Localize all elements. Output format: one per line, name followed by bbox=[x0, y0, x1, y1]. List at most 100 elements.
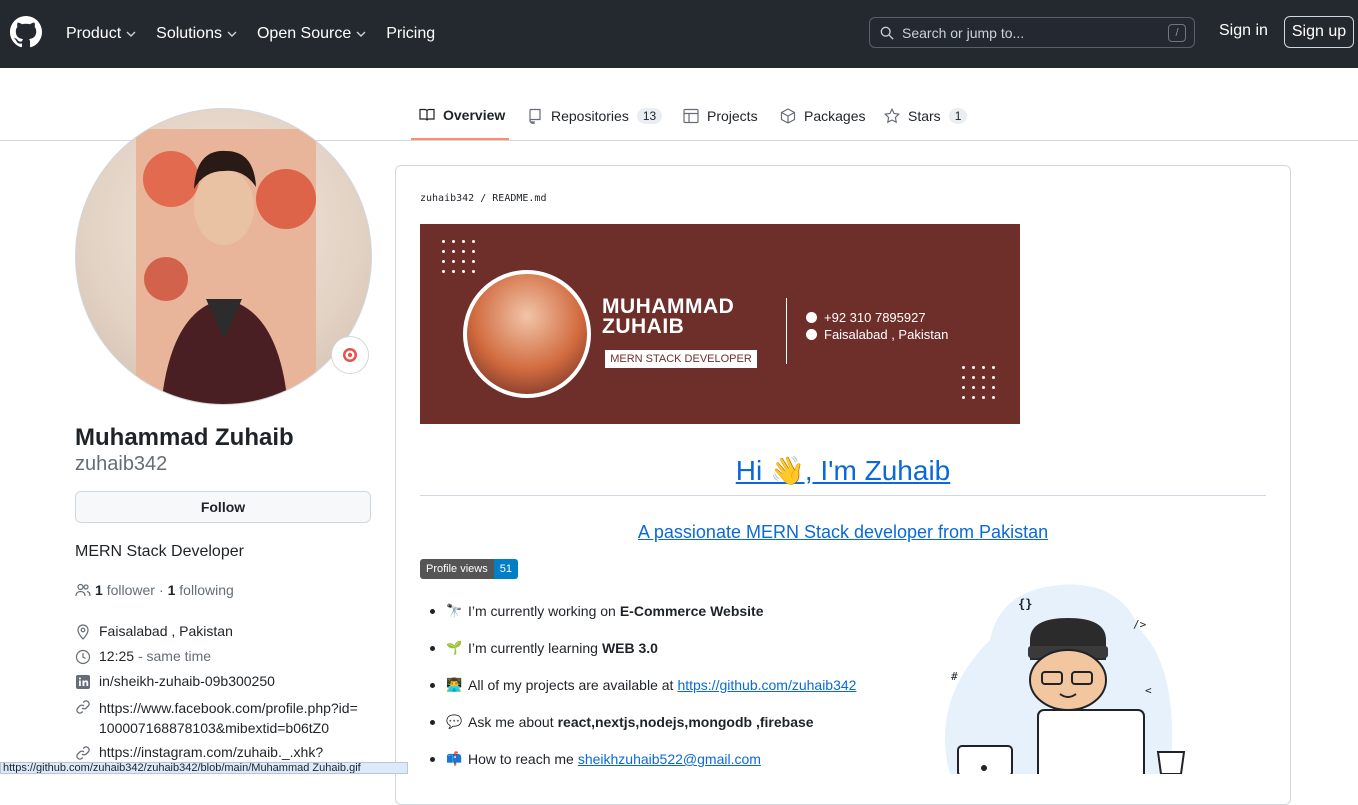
tab-stars-label: Stars bbox=[908, 108, 941, 124]
banner-name: MUHAMMAD ZUHAIB bbox=[602, 295, 735, 338]
bullet-dot bbox=[430, 645, 435, 651]
developer-illustration: {} /> # < bbox=[945, 584, 1186, 774]
banner-name-line1: MUHAMMAD bbox=[602, 295, 735, 318]
sign-in-link[interactable]: Sign in bbox=[1219, 22, 1268, 40]
readme-path-separator: / bbox=[480, 193, 487, 204]
tab-projects[interactable]: Projects bbox=[683, 92, 758, 140]
nav-solutions-label: Solutions bbox=[156, 25, 222, 42]
package-icon bbox=[780, 108, 796, 124]
readme-banner-image[interactable]: MUHAMMAD ZUHAIB MERN STACK DEVELOPER +92 … bbox=[420, 224, 1020, 424]
profile-views-badge: Profile views 51 bbox=[420, 559, 518, 579]
profile-bio: MERN Stack Developer bbox=[75, 543, 244, 560]
list-item-text: All of my projects are available at bbox=[468, 677, 674, 693]
banner-dot-pattern bbox=[962, 366, 1002, 406]
telescope-icon: 🔭 bbox=[446, 603, 463, 618]
banner-dot-pattern bbox=[442, 240, 482, 280]
browser-status-bar: https://github.com/zuhaib342/zuhaib342/b… bbox=[0, 762, 408, 774]
readme-path-file[interactable]: README.md bbox=[492, 193, 546, 204]
local-time-row: 12:25 - same time bbox=[75, 648, 211, 665]
instagram-link[interactable]: https://instagram.com/zuhaib._.xhk? bbox=[99, 744, 323, 760]
time-note: - same time bbox=[137, 648, 212, 664]
nav-product[interactable]: Product bbox=[66, 25, 136, 43]
list-item-text: I’m currently working on bbox=[468, 603, 616, 619]
following-link[interactable]: 1 following bbox=[168, 582, 234, 598]
banner-name-line2: ZUHAIB bbox=[602, 315, 685, 338]
nav-open-source-label: Open Source bbox=[256, 25, 352, 42]
location-pin-icon bbox=[806, 329, 817, 340]
tab-repositories[interactable]: Repositories 13 bbox=[527, 92, 663, 140]
table-icon bbox=[683, 108, 699, 124]
banner-role: MERN STACK DEVELOPER bbox=[605, 350, 757, 368]
mailbox-icon: 📫 bbox=[446, 751, 463, 766]
chevron-down-icon bbox=[126, 31, 136, 37]
link-icon bbox=[76, 746, 90, 760]
svg-text:/>: /> bbox=[1133, 618, 1147, 631]
list-item-bold: react,nextjs,nodejs,mongodb ,firebase bbox=[557, 714, 814, 730]
bullet-dot bbox=[430, 719, 435, 725]
list-item: 📫 How to reach me sheikhzuhaib522@gmail.… bbox=[430, 751, 761, 767]
nav-pricing[interactable]: Pricing bbox=[386, 25, 435, 43]
readme-heading[interactable]: Hi 👋, I'm Zuhaib bbox=[420, 454, 1266, 487]
list-item-bold: WEB 3.0 bbox=[601, 640, 658, 656]
followers-link[interactable]: 1 follower bbox=[95, 582, 155, 598]
main-nav: Product Solutions Open Source Pricing bbox=[66, 0, 455, 68]
followers-count: 1 bbox=[95, 582, 103, 598]
readme-tagline[interactable]: A passionate MERN Stack developer from P… bbox=[420, 522, 1266, 543]
seedling-icon: 🌱 bbox=[446, 640, 463, 655]
list-item: 🌱 I’m currently learning WEB 3.0 bbox=[430, 640, 658, 656]
list-item-text: I’m currently learning bbox=[468, 640, 598, 656]
sign-up-button[interactable]: Sign up bbox=[1284, 16, 1354, 48]
banner-phone-text: +92 310 7895927 bbox=[824, 310, 926, 325]
banner-location: Faisalabad , Pakistan bbox=[806, 327, 948, 342]
linkedin-link[interactable]: in/sheikh-zuhaib-09b300250 bbox=[99, 673, 275, 689]
facebook-row: https://www.facebook.com/profile.php?id=… bbox=[75, 698, 375, 738]
projects-link[interactable]: https://github.com/zuhaib342 bbox=[677, 677, 856, 693]
link-icon bbox=[76, 700, 90, 714]
linkedin-icon bbox=[76, 675, 90, 689]
location-text: Faisalabad , Pakistan bbox=[99, 623, 233, 639]
nav-pricing-label: Pricing bbox=[386, 25, 436, 42]
profile-username: zuhaib342 bbox=[75, 453, 168, 475]
nav-product-label: Product bbox=[66, 25, 122, 42]
following-label: following bbox=[179, 582, 234, 598]
banner-divider bbox=[786, 298, 787, 364]
bullet-dot bbox=[430, 756, 435, 762]
follow-button[interactable]: Follow bbox=[75, 491, 371, 523]
list-item-text: Ask me about bbox=[468, 714, 554, 730]
bullet-dot bbox=[430, 608, 435, 614]
list-item-bold: E-Commerce Website bbox=[619, 603, 764, 619]
tab-packages-label: Packages bbox=[804, 108, 866, 124]
banner-profile-photo bbox=[463, 270, 591, 398]
following-count: 1 bbox=[167, 582, 176, 598]
developer-icon: 👨‍💻 bbox=[446, 677, 463, 692]
banner-phone: +92 310 7895927 bbox=[806, 310, 926, 325]
tab-overview[interactable]: Overview bbox=[411, 92, 509, 140]
status-emoji-button[interactable] bbox=[331, 336, 369, 374]
banner-location-text: Faisalabad , Pakistan bbox=[824, 327, 949, 342]
search-input[interactable]: Search or jump to... / bbox=[869, 17, 1195, 48]
local-time: 12:25 bbox=[99, 648, 135, 664]
repositories-count-badge: 13 bbox=[636, 108, 663, 124]
people-icon bbox=[75, 583, 91, 597]
star-icon bbox=[884, 108, 900, 124]
readme-path-user[interactable]: zuhaib342 bbox=[420, 193, 474, 204]
github-logo-icon[interactable] bbox=[10, 16, 42, 48]
chevron-down-icon bbox=[356, 31, 366, 37]
nav-solutions[interactable]: Solutions bbox=[156, 25, 237, 43]
tab-overview-label: Overview bbox=[443, 107, 506, 123]
avatar-photo bbox=[136, 129, 316, 404]
svg-text:{}: {} bbox=[1018, 597, 1032, 611]
tab-stars[interactable]: Stars 1 bbox=[884, 92, 968, 140]
svg-text:<: < bbox=[1145, 684, 1152, 697]
followers-label: follower bbox=[106, 582, 155, 598]
chevron-down-icon bbox=[227, 31, 237, 37]
svg-text:#: # bbox=[951, 670, 958, 683]
facebook-link[interactable]: https://www.facebook.com/profile.php?id=… bbox=[99, 698, 359, 738]
tab-packages[interactable]: Packages bbox=[780, 92, 865, 140]
nav-open-source[interactable]: Open Source bbox=[257, 25, 366, 43]
list-item: 👨‍💻 All of my projects are available at … bbox=[430, 677, 856, 693]
location-pin-icon bbox=[77, 624, 89, 640]
speech-bubble-icon: 💬 bbox=[446, 714, 463, 729]
list-item: 💬 Ask me about react,nextjs,nodejs,mongo… bbox=[430, 714, 814, 730]
email-link[interactable]: sheikhzuhaib522@gmail.com bbox=[578, 751, 761, 767]
